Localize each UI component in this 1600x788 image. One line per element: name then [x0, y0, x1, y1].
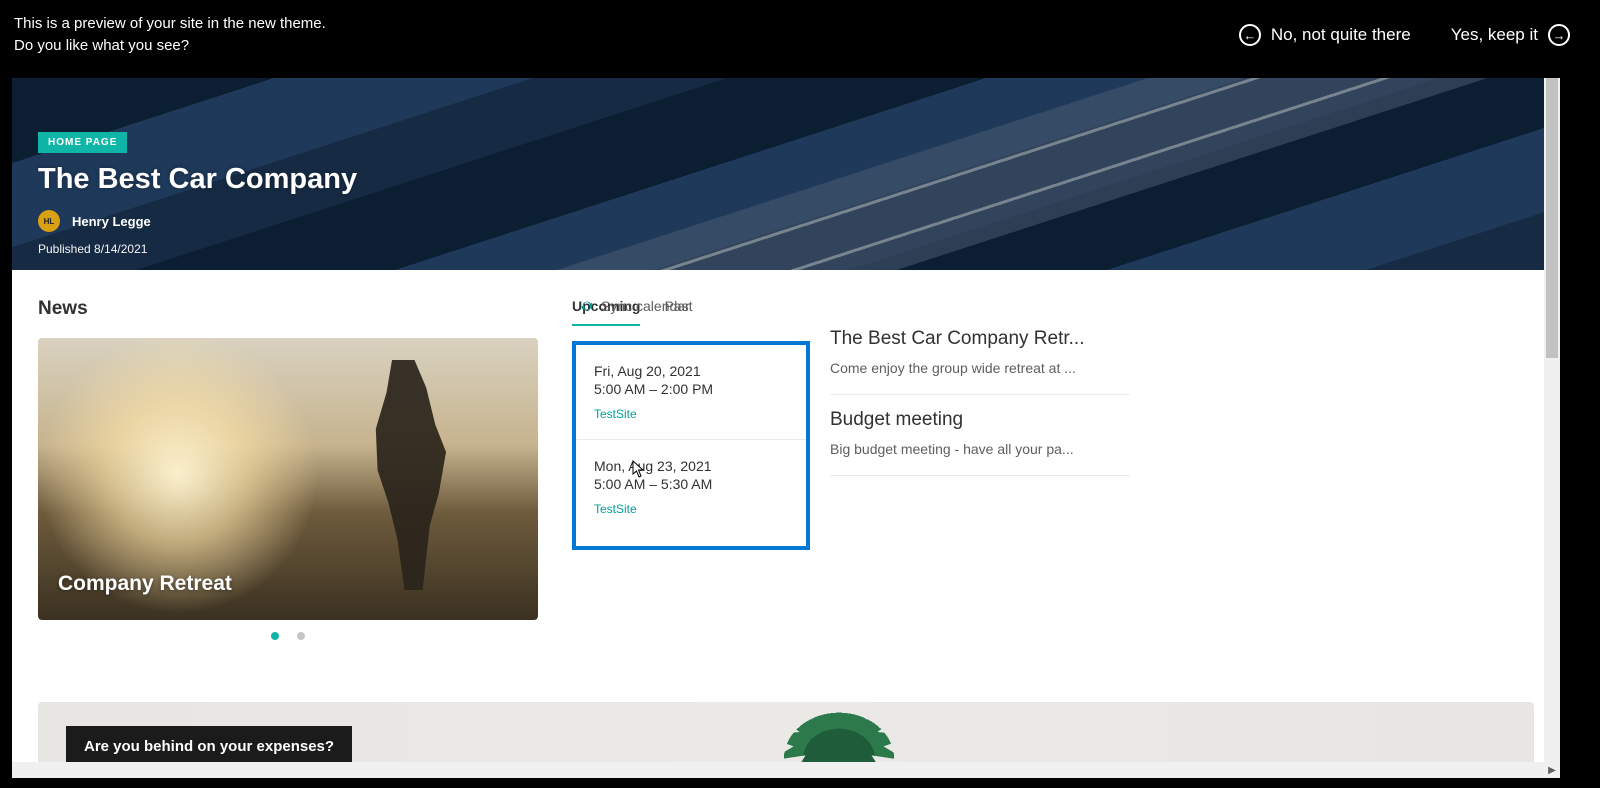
event-site-link[interactable]: TestSite [594, 502, 637, 516]
event-time: 5:00 AM – 2:00 PM [594, 381, 788, 397]
event-detail-desc: Big budget meeting - have all your pa... [830, 441, 1130, 457]
event-detail-desc: Come enjoy the group wide retreat at ... [830, 360, 1130, 376]
preview-message-line2: Do you like what you see? [14, 35, 326, 57]
event-item[interactable]: Mon, Aug 23, 2021 5:00 AM – 5:30 AM Test… [576, 440, 806, 546]
pager-dot-2[interactable] [297, 632, 305, 640]
sync-icon [580, 299, 594, 313]
news-card[interactable]: Company Retreat [38, 338, 538, 620]
news-heading: News [38, 298, 538, 320]
event-detail-title: The Best Car Company Retr... [830, 328, 1130, 350]
event-list-highlighted: Fri, Aug 20, 2021 5:00 AM – 2:00 PM Test… [572, 341, 810, 550]
page-title: The Best Car Company [38, 163, 357, 196]
scroll-right-arrow-icon[interactable]: ▶ [1544, 762, 1560, 778]
reject-theme-button[interactable]: ← No, not quite there [1239, 24, 1411, 46]
page-type-badge: HOME PAGE [38, 132, 127, 153]
news-card-title: Company Retreat [58, 572, 232, 596]
preview-message: This is a preview of your site in the ne… [14, 13, 326, 57]
published-date: Published 8/14/2021 [38, 242, 357, 256]
expenses-question: Are you behind on your expenses? [66, 726, 352, 767]
pager-dot-1[interactable] [271, 632, 279, 640]
reject-theme-label: No, not quite there [1271, 25, 1411, 45]
sync-calendar-button[interactable]: Sync calendar [580, 298, 880, 314]
sync-calendar-label: Sync calendar [601, 298, 690, 314]
event-date: Fri, Aug 20, 2021 [594, 363, 788, 379]
event-detail[interactable]: Budget meeting Big budget meeting - have… [830, 395, 1130, 476]
scrollbar-thumb[interactable] [1546, 78, 1558, 358]
horizontal-scrollbar[interactable]: ▶ [12, 762, 1560, 778]
preview-actions: ← No, not quite there Yes, keep it → [1239, 24, 1570, 46]
accept-theme-label: Yes, keep it [1451, 25, 1538, 45]
arrow-left-icon: ← [1239, 24, 1261, 46]
event-detail-title: Budget meeting [830, 409, 1130, 431]
event-detail[interactable]: The Best Car Company Retr... Come enjoy … [830, 314, 1130, 395]
news-pager [38, 632, 538, 640]
hero-header: HOME PAGE The Best Car Company HL Henry … [12, 78, 1560, 270]
event-site-link[interactable]: TestSite [594, 407, 637, 421]
author-row: HL Henry Legge [38, 210, 357, 232]
avatar: HL [38, 210, 60, 232]
event-date: Mon, Aug 23, 2021 [594, 458, 788, 474]
event-item[interactable]: Fri, Aug 20, 2021 5:00 AM – 2:00 PM Test… [576, 345, 806, 440]
theme-preview-bar: This is a preview of your site in the ne… [0, 0, 1600, 70]
author-name: Henry Legge [72, 214, 151, 229]
vertical-scrollbar[interactable] [1544, 78, 1560, 778]
news-card-image [356, 360, 446, 590]
accept-theme-button[interactable]: Yes, keep it → [1451, 24, 1570, 46]
event-time: 5:00 AM – 5:30 AM [594, 476, 788, 492]
site-preview-frame: HOME PAGE The Best Car Company HL Henry … [12, 78, 1560, 778]
arrow-right-icon: → [1548, 24, 1570, 46]
preview-message-line1: This is a preview of your site in the ne… [14, 13, 326, 35]
